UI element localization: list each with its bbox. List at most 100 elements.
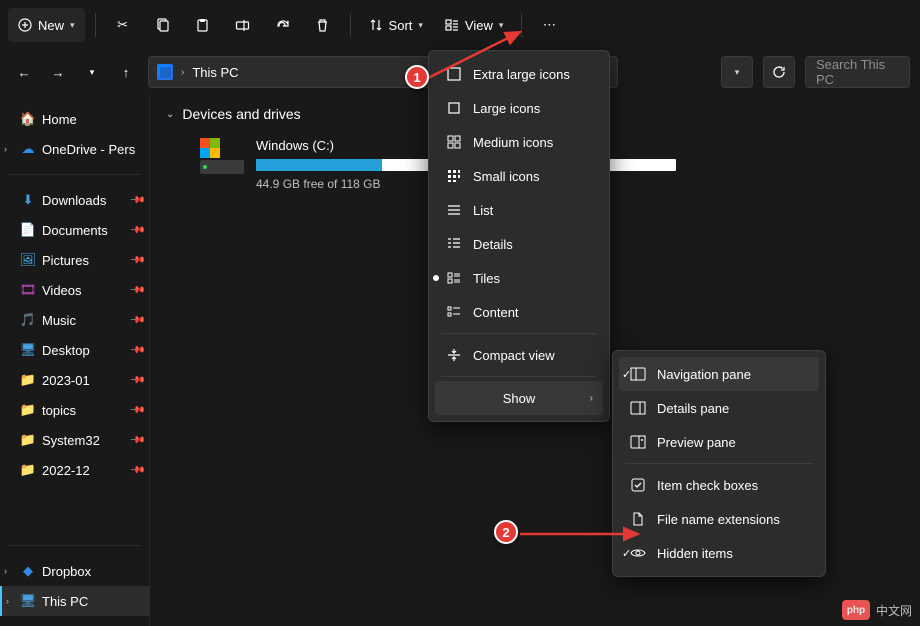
sidebar-item-downloads[interactable]: ⬇Downloads📌 bbox=[0, 185, 149, 215]
more-button[interactable]: ⋯ bbox=[532, 8, 566, 42]
menu-item-label: List bbox=[473, 203, 493, 218]
refresh-button[interactable] bbox=[763, 56, 795, 88]
menu-item-label: Navigation pane bbox=[657, 367, 751, 382]
menu-item-details[interactable]: Details bbox=[435, 227, 603, 261]
folder-icon: 📁 bbox=[20, 462, 36, 478]
sidebar-item-label: Videos bbox=[42, 283, 82, 298]
menu-item-navigation-pane[interactable]: ✓Navigation pane bbox=[619, 357, 819, 391]
menu-item-file-name-extensions[interactable]: File name extensions bbox=[619, 502, 819, 536]
more-icon: ⋯ bbox=[543, 17, 556, 33]
sidebar-item-folder[interactable]: 📁2023-01📌 bbox=[0, 365, 149, 395]
folder-icon: 📁 bbox=[20, 432, 36, 448]
sidebar-item-thispc[interactable]: ›🖥This PC bbox=[0, 586, 149, 616]
menu-item-content[interactable]: Content bbox=[435, 295, 603, 329]
sidebar-item-label: Downloads bbox=[42, 193, 106, 208]
menu-separator bbox=[441, 333, 597, 334]
menu-separator bbox=[441, 376, 597, 377]
thispc-icon bbox=[157, 64, 173, 80]
sidebar-item-folder[interactable]: 📁topics📌 bbox=[0, 395, 149, 425]
sidebar-item-label: Pictures bbox=[42, 253, 89, 268]
sidebar-item-music[interactable]: 🎵Music📌 bbox=[0, 305, 149, 335]
sidebar-item-label: 2022-12 bbox=[42, 463, 90, 478]
documents-icon: 📄 bbox=[20, 222, 36, 238]
menu-item-small-icons[interactable]: Small icons bbox=[435, 159, 603, 193]
pin-icon: 📌 bbox=[128, 192, 145, 209]
chevron-right-icon: › bbox=[590, 393, 593, 404]
menu-item-label: Tiles bbox=[473, 271, 500, 286]
sidebar-item-label: Home bbox=[42, 112, 77, 127]
new-button[interactable]: New ▾ bbox=[8, 8, 85, 42]
sidebar-item-label: This PC bbox=[42, 594, 88, 609]
menu-item-label: Extra large icons bbox=[473, 67, 570, 82]
new-label: New bbox=[38, 18, 64, 33]
watermark-logo: php bbox=[842, 600, 870, 620]
file-icon bbox=[629, 512, 647, 526]
menu-item-extra-large-icons[interactable]: Extra large icons bbox=[435, 57, 603, 91]
sidebar-item-dropbox[interactable]: ›◆Dropbox bbox=[0, 556, 149, 586]
share-button[interactable] bbox=[266, 8, 300, 42]
view-icon bbox=[445, 18, 459, 32]
menu-item-large-icons[interactable]: Large icons bbox=[435, 91, 603, 125]
sidebar-item-label: Music bbox=[42, 313, 76, 328]
copy-button[interactable] bbox=[146, 8, 180, 42]
menu-item-label: Details pane bbox=[657, 401, 729, 416]
drive-icon bbox=[200, 138, 244, 174]
divider bbox=[8, 174, 141, 175]
content-icon bbox=[445, 305, 463, 319]
selected-dot-icon bbox=[433, 275, 439, 281]
menu-item-show[interactable]: Show › bbox=[435, 381, 603, 415]
cloud-icon: ☁ bbox=[20, 141, 36, 157]
address-dropdown-button[interactable]: ▾ bbox=[721, 56, 753, 88]
sidebar-item-onedrive[interactable]: › ☁ OneDrive - Pers bbox=[0, 134, 149, 164]
search-input[interactable]: Search This PC bbox=[805, 56, 910, 88]
menu-item-item-check-boxes[interactable]: Item check boxes bbox=[619, 468, 819, 502]
annotation-badge-1: 1 bbox=[405, 65, 429, 89]
sidebar-item-videos[interactable]: 🎞Videos📌 bbox=[0, 275, 149, 305]
menu-item-label: File name extensions bbox=[657, 512, 780, 527]
sidebar-item-label: topics bbox=[42, 403, 76, 418]
back-button[interactable]: ← bbox=[14, 62, 34, 82]
pictures-icon: 🖼 bbox=[20, 252, 36, 268]
paste-icon bbox=[195, 18, 210, 33]
view-menu: Extra large icons Large icons Medium ico… bbox=[428, 50, 610, 422]
recent-button[interactable]: ▾ bbox=[82, 62, 102, 82]
sidebar-item-label: Desktop bbox=[42, 343, 90, 358]
grid-icon bbox=[445, 67, 463, 81]
view-button[interactable]: View ▾ bbox=[437, 8, 511, 42]
search-placeholder: Search This PC bbox=[816, 57, 899, 87]
menu-item-label: Hidden items bbox=[657, 546, 733, 561]
forward-button[interactable]: → bbox=[48, 62, 68, 82]
watermark: php 中文网 bbox=[842, 600, 912, 620]
divider bbox=[8, 545, 141, 546]
paste-button[interactable] bbox=[186, 8, 220, 42]
menu-item-tiles[interactable]: Tiles bbox=[435, 261, 603, 295]
menu-item-list[interactable]: List bbox=[435, 193, 603, 227]
sidebar-item-label: 2023-01 bbox=[42, 373, 90, 388]
up-button[interactable]: ↑ bbox=[116, 62, 136, 82]
sidebar-item-documents[interactable]: 📄Documents📌 bbox=[0, 215, 149, 245]
copy-icon bbox=[155, 18, 170, 33]
rename-button[interactable] bbox=[226, 8, 260, 42]
music-icon: 🎵 bbox=[20, 312, 36, 328]
menu-item-compact-view[interactable]: Compact view bbox=[435, 338, 603, 372]
annotation-badge-2: 2 bbox=[494, 520, 518, 544]
menu-item-label: Medium icons bbox=[473, 135, 553, 150]
menu-item-medium-icons[interactable]: Medium icons bbox=[435, 125, 603, 159]
sidebar-item-folder[interactable]: 📁2022-12📌 bbox=[0, 455, 149, 485]
sidebar-item-desktop[interactable]: 🖥Desktop📌 bbox=[0, 335, 149, 365]
watermark-text: 中文网 bbox=[876, 602, 912, 619]
folder-icon: 📁 bbox=[20, 372, 36, 388]
menu-item-preview-pane[interactable]: Preview pane bbox=[619, 425, 819, 459]
delete-button[interactable] bbox=[306, 8, 340, 42]
sort-button[interactable]: Sort ▾ bbox=[361, 8, 431, 42]
home-icon: 🏠 bbox=[20, 111, 36, 127]
menu-item-label: Show bbox=[503, 391, 536, 406]
sidebar-item-pictures[interactable]: 🖼Pictures📌 bbox=[0, 245, 149, 275]
sidebar-item-label: Documents bbox=[42, 223, 108, 238]
chevron-right-icon: › bbox=[6, 596, 9, 606]
menu-item-hidden-items[interactable]: ✓Hidden items bbox=[619, 536, 819, 570]
sidebar-item-home[interactable]: 🏠 Home bbox=[0, 104, 149, 134]
menu-item-details-pane[interactable]: Details pane bbox=[619, 391, 819, 425]
sidebar-item-folder[interactable]: 📁System32📌 bbox=[0, 425, 149, 455]
cut-button[interactable]: ✂ bbox=[106, 8, 140, 42]
